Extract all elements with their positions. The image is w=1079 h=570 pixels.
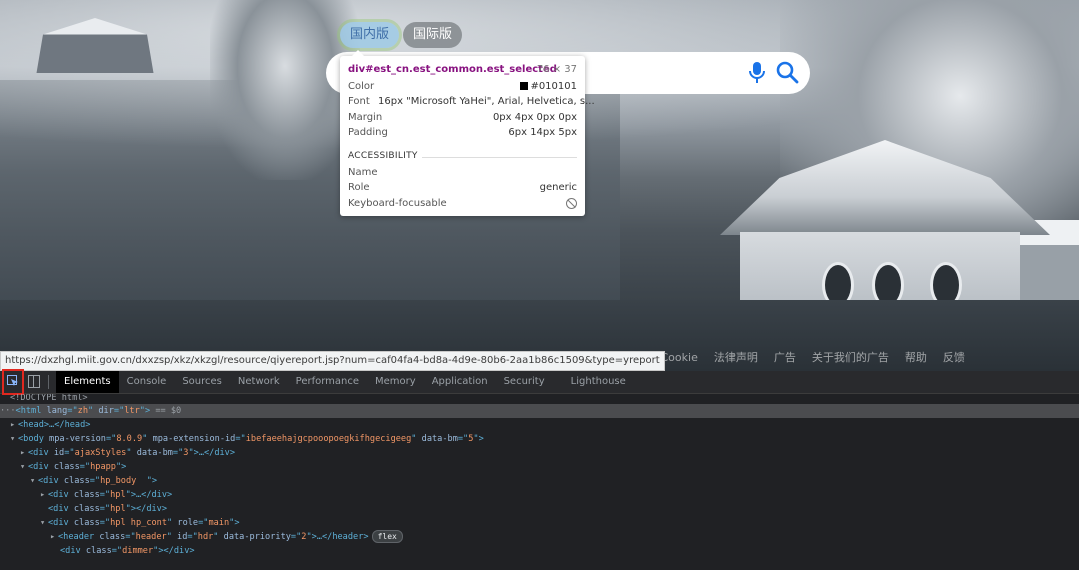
region-tabs: 国内版 国际版 — [336, 19, 463, 51]
tab-memory[interactable]: Memory — [367, 371, 424, 393]
attr-class: hpapp — [90, 462, 116, 472]
tooltip-row-color: Color #010101 — [348, 81, 577, 95]
inspect-element-button[interactable] — [2, 369, 24, 395]
flex-badge[interactable]: flex — [371, 530, 403, 543]
element-selector: div#est_cn.est_common.est_selected — [348, 64, 557, 75]
dom-node-hp-cont[interactable]: ▾ <div class="hpl hp_cont" role="main"> — [0, 516, 1079, 530]
element-size: 76 × 37 — [536, 64, 577, 75]
attr-class: hpl — [110, 490, 126, 500]
dom-node-doctype[interactable]: <!DOCTYPE html> — [0, 394, 1079, 404]
not-allowed-icon — [566, 198, 577, 212]
attr-dir: ltr — [124, 406, 140, 416]
row-key: Keyboard-focusable — [348, 198, 447, 209]
tab-domestic[interactable]: 国内版 — [336, 19, 403, 51]
accessibility-heading: ACCESSIBILITY — [348, 151, 577, 163]
microphone-icon[interactable] — [747, 61, 767, 85]
dom-node-body[interactable]: ▾ <body mpa-version="8.0.9" mpa-extension… — [0, 432, 1079, 446]
toolbar-divider — [48, 375, 49, 389]
attr-id: ajaxStyles — [74, 448, 127, 458]
tooltip-row-name: Name — [348, 167, 577, 181]
doctype-text: <!DOCTYPE html> — [10, 394, 88, 403]
search-icon[interactable] — [775, 60, 799, 84]
collapse-arrow-icon[interactable]: ▾ — [20, 460, 28, 474]
devtools-tabs: Elements Console Sources Network Perform… — [56, 371, 634, 393]
selected-marker: == $0 — [155, 406, 182, 416]
dom-node-hpl-empty[interactable]: <div class="hpl"></div> — [0, 502, 1079, 516]
color-swatch — [520, 82, 529, 90]
color-value: #010101 — [530, 81, 577, 92]
webpage-viewport: 国内版 国际版 div#est_cn.est_common.est_select… — [0, 0, 1079, 371]
tooltip-row-font: Font 16px "Microsoft YaHei", Arial, Helv… — [348, 96, 595, 110]
ellipsis-marker: ··· — [0, 406, 16, 416]
dom-node-header[interactable]: ▸ <header class="header" id="hdr" data-pr… — [0, 530, 1079, 544]
attr-mpa-version: 8.0.9 — [116, 434, 143, 444]
dom-tree: <!DOCTYPE html> ···<html lang="zh" dir="… — [0, 394, 1079, 558]
tab-performance[interactable]: Performance — [288, 371, 367, 393]
devtools-panel: Elements Console Sources Network Perform… — [0, 369, 1079, 570]
attr-class: hp_body — [100, 476, 147, 486]
tab-lighthouse[interactable]: Lighthouse — [553, 371, 634, 393]
footer-link-help[interactable]: 帮助 — [905, 349, 927, 367]
devtools-toolbar: Elements Console Sources Network Perform… — [0, 369, 1079, 395]
footer-link-legal[interactable]: 法律声明 — [714, 349, 758, 367]
collapse-arrow-icon[interactable]: ▾ — [10, 432, 18, 446]
attr-class: dimmer — [122, 546, 154, 556]
tooltip-row-keyboard: Keyboard-focusable — [348, 198, 577, 212]
head-text: <head>…</head> — [18, 420, 91, 430]
row-key: Role — [348, 182, 370, 193]
cursor-select-icon — [7, 375, 18, 386]
tab-sources[interactable]: Sources — [174, 371, 230, 393]
row-value: 16px "Microsoft YaHei", Arial, Helvetica… — [378, 96, 595, 107]
tab-security[interactable]: Security — [496, 371, 553, 393]
attr-class: hpl — [110, 504, 126, 514]
attr-lang: zh — [77, 406, 88, 416]
tab-international[interactable]: 国际版 — [403, 22, 463, 48]
element-inspect-tooltip: div#est_cn.est_common.est_selected 76 × … — [340, 50, 595, 216]
tooltip-header: div#est_cn.est_common.est_selected 76 × … — [348, 64, 577, 78]
row-value: #010101 — [520, 81, 577, 92]
attr-class: header — [135, 532, 167, 542]
tab-network[interactable]: Network — [230, 371, 288, 393]
row-value: generic — [539, 182, 577, 193]
tooltip-row-margin: Margin 0px 4px 0px 0px — [348, 112, 577, 126]
tooltip-row-padding: Padding 6px 14px 5px — [348, 127, 577, 141]
footer-link-feedback[interactable]: 反馈 — [943, 349, 965, 367]
collapse-arrow-icon[interactable]: ▾ — [40, 516, 48, 530]
dom-node-ajaxstyles[interactable]: ▸ <div id="ajaxStyles" data-bm="3">…</div… — [0, 446, 1079, 460]
attr-id: hdr — [197, 532, 214, 542]
attr-class: hpl hp_cont — [110, 518, 168, 528]
footer-links: 隐私与 Cookie 法律声明 广告 关于我们的广告 帮助 反馈 — [624, 349, 965, 367]
row-value: 6px 14px 5px — [508, 127, 577, 138]
row-key: Margin — [348, 112, 383, 123]
row-key: Font — [348, 96, 370, 107]
row-key: Color — [348, 81, 375, 92]
expand-arrow-icon[interactable]: ▸ — [20, 446, 28, 460]
dom-node-html[interactable]: ···<html lang="zh" dir="ltr"> == $0 — [0, 404, 1079, 418]
row-key: Name — [348, 167, 378, 178]
status-bar-url: https://dxzhgl.miit.gov.cn/dxxzsp/xkz/xk… — [0, 351, 665, 371]
tab-application[interactable]: Application — [424, 371, 496, 393]
tab-console[interactable]: Console — [119, 371, 175, 393]
dom-node-dimmer[interactable]: <div class="dimmer"></div> — [0, 544, 1079, 558]
dom-node-head[interactable]: ▸ <head>…</head> — [0, 418, 1079, 432]
row-value: 0px 4px 0px 0px — [492, 112, 577, 123]
row-key: Padding — [348, 127, 388, 138]
expand-arrow-icon[interactable]: ▸ — [40, 488, 48, 502]
collapse-arrow-icon[interactable]: ▾ — [30, 474, 38, 488]
footer-link-about-ads[interactable]: 关于我们的广告 — [812, 349, 889, 367]
dom-node-hp-body[interactable]: ▾ <div class="hp_body "> — [0, 474, 1079, 488]
tab-elements[interactable]: Elements — [56, 371, 119, 393]
tooltip-row-role: Role generic — [348, 182, 577, 196]
expand-arrow-icon[interactable]: ▸ — [50, 530, 58, 544]
attr-mpa-extension-id: ibefaeehajgcpooopoegkifhgecigeeg — [245, 434, 412, 444]
expand-arrow-icon[interactable]: ▸ — [10, 418, 18, 432]
device-toolbar-icon[interactable] — [28, 375, 40, 388]
footer-link-ads[interactable]: 广告 — [774, 349, 796, 367]
dom-node-hpapp[interactable]: ▾ <div class="hpapp"> — [0, 460, 1079, 474]
dom-node-hpl[interactable]: ▸ <div class="hpl">…</div> — [0, 488, 1079, 502]
attr-role: main — [208, 518, 230, 528]
